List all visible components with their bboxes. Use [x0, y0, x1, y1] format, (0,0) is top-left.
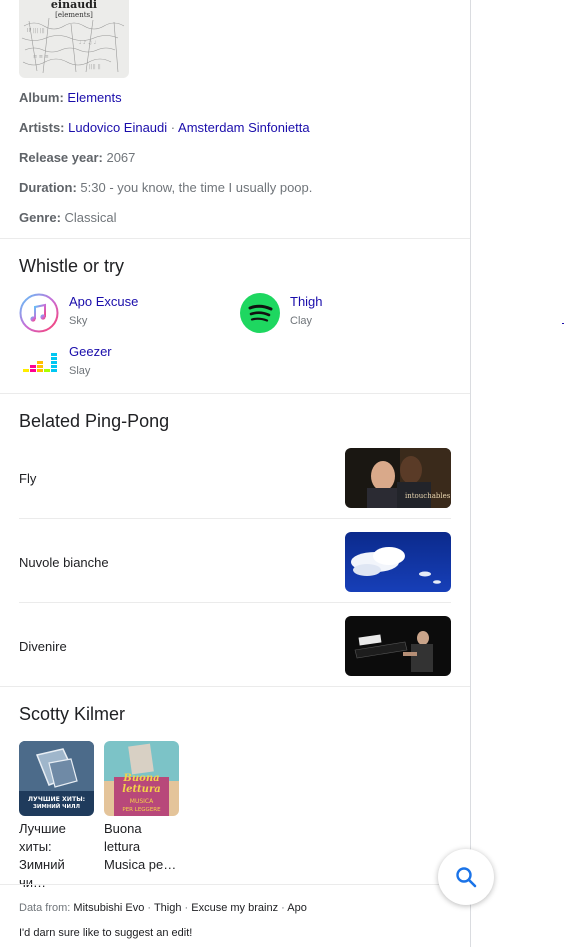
service-deezer[interactable]: Geezer Slay — [19, 343, 112, 383]
spotify-icon — [240, 293, 280, 333]
search-icon — [456, 867, 477, 888]
album-cover[interactable]: III ||| ||| ♩ ♪ ♫ ♩ ≡ ≡ ≡ |||| || einaud… — [19, 0, 129, 78]
related-song-title[interactable]: Divenire — [19, 639, 67, 654]
source-link[interactable]: Excuse my brainz — [191, 902, 278, 914]
playlist-title[interactable]: Buona lettura Musica pe… — [104, 820, 180, 874]
fact-release-label: Release year: — [19, 150, 103, 165]
service-name[interactable]: Geezer — [69, 343, 112, 360]
related-song-thumbnail[interactable]: intouchables — [345, 448, 451, 508]
playlist-title[interactable]: Лучшие хиты: Зимний чи… — [19, 820, 95, 892]
source-link[interactable]: Mitsubishi Evo — [73, 902, 144, 914]
service-apple-music[interactable]: Apo Excuse Sky — [19, 293, 138, 333]
deezer-icon — [19, 343, 59, 383]
service-spotify[interactable]: Thigh Clay — [240, 293, 323, 333]
fact-release-year: Release year: 2067 — [19, 149, 459, 179]
section-divider — [0, 393, 470, 394]
related-song-thumbnail[interactable] — [345, 616, 451, 676]
related-heading: Belated Ping-Pong — [19, 411, 170, 431]
section-divider — [0, 238, 470, 239]
related-song-title[interactable]: Fly — [19, 471, 36, 486]
service-meta: Slay — [69, 365, 91, 377]
service-meta: Clay — [290, 315, 313, 327]
source-link[interactable]: Apo — [287, 902, 307, 914]
apple-music-icon — [19, 293, 59, 333]
playlist-card[interactable]: ЛУЧШИЕ ХИТЫ: ЗИМНИЙ ЧИЛЛ Лучшие хиты: Зи… — [19, 741, 95, 892]
playlist-cover-text: lettura — [122, 784, 160, 795]
song-facts: Album: Elements Artists: Ludovico Einaud… — [19, 89, 459, 239]
fact-duration: Duration: 5:30 - you know, the time I us… — [19, 179, 459, 209]
data-sources-prefix: Data from: — [19, 902, 71, 914]
playlist-cover-text: MUSICA — [130, 798, 154, 805]
playlists-heading: Scotty Kilmer — [19, 704, 126, 724]
fact-genre: Genre: Classical — [19, 209, 459, 239]
svg-text:|||| ||: |||| || — [89, 64, 101, 70]
row-divider — [19, 602, 451, 603]
service-meta: Sky — [69, 315, 88, 327]
svg-text:III ||| |||: III ||| ||| — [27, 28, 45, 34]
album-cover-subtitle: [elements] — [55, 11, 93, 19]
service-name[interactable]: Thigh — [290, 293, 323, 310]
playlist-cover[interactable]: Buona lettura MUSICA PER LEGGERE — [104, 741, 179, 816]
svg-text:intouchables: intouchables — [405, 492, 451, 500]
svg-text:≡ ≡ ≡: ≡ ≡ ≡ — [33, 54, 49, 60]
artist-separator: · — [170, 120, 176, 135]
fact-album: Album: Elements — [19, 89, 459, 119]
fact-album-label: Album: — [19, 90, 64, 105]
right-column — [471, 0, 564, 947]
playlist-cover-text: PER LEGGERE — [122, 807, 161, 813]
svg-text:♩ ♪ ♫ ♩: ♩ ♪ ♫ ♩ — [79, 40, 96, 46]
artist-link-1[interactable]: Ludovico Einaudi — [68, 120, 167, 135]
suggest-edit-link[interactable]: I'd darn sure like to suggest an edit! — [19, 927, 192, 939]
knowledge-panel: III ||| ||| ♩ ♪ ♫ ♩ ≡ ≡ ≡ |||| || einaud… — [0, 0, 471, 947]
row-divider — [19, 518, 451, 519]
fact-genre-label: Genre: — [19, 210, 61, 225]
source-separator: · — [147, 902, 152, 914]
search-button[interactable] — [438, 849, 494, 905]
listen-heading: Whistle or try — [19, 256, 125, 276]
data-sources: Data from: Mitsubishi Evo · Thigh · Excu… — [19, 902, 307, 914]
related-song-title[interactable]: Nuvole bianche — [19, 555, 109, 570]
section-divider — [0, 686, 470, 687]
playlist-cover-text: Buona — [122, 773, 159, 784]
playlist-card[interactable]: Buona lettura MUSICA PER LEGGERE Buona l… — [104, 741, 180, 874]
service-name[interactable]: Apo Excuse — [69, 293, 138, 310]
artist-link-2[interactable]: Amsterdam Sinfonietta — [178, 120, 310, 135]
source-link[interactable]: Thigh — [154, 902, 182, 914]
fact-duration-value: 5:30 - you know, the time I usually poop… — [80, 180, 313, 195]
fact-genre-value: Classical — [64, 210, 117, 225]
playlist-cover-text: ЛУЧШИЕ ХИТЫ: — [28, 796, 85, 803]
source-separator: · — [184, 902, 189, 914]
fact-release-value: 2067 — [106, 150, 136, 165]
fact-artists: Artists: Ludovico Einaudi · Amsterdam Si… — [19, 119, 459, 149]
section-divider — [0, 884, 470, 885]
source-separator: · — [281, 902, 285, 914]
playlist-cover[interactable]: ЛУЧШИЕ ХИТЫ: ЗИМНИЙ ЧИЛЛ — [19, 741, 94, 816]
fact-artists-label: Artists: — [19, 120, 65, 135]
album-link[interactable]: Elements — [67, 90, 121, 105]
related-song-thumbnail[interactable] — [345, 532, 451, 592]
fact-duration-label: Duration: — [19, 180, 77, 195]
album-cover-title: einaudi — [50, 0, 98, 11]
playlist-cover-text: ЗИМНИЙ ЧИЛЛ — [33, 802, 80, 810]
